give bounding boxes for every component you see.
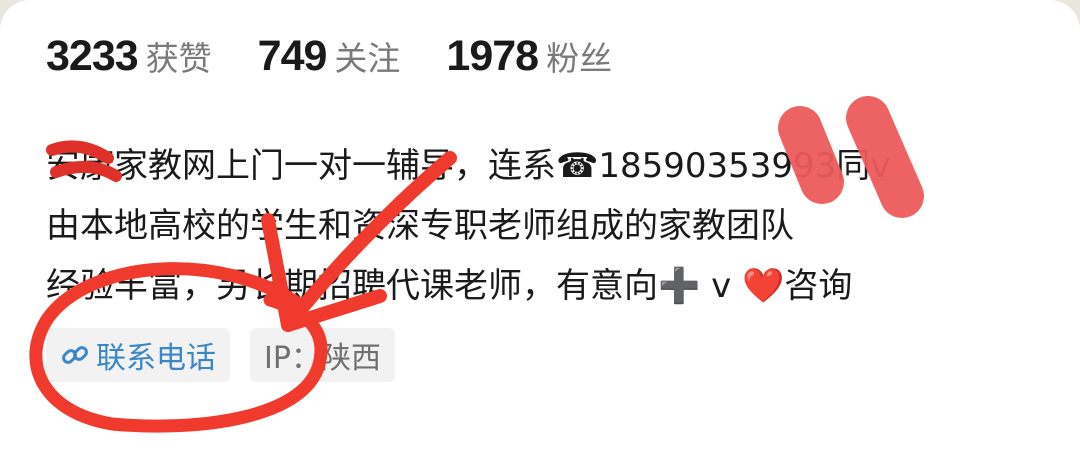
likes-stat[interactable]: 3233 获赞 bbox=[46, 32, 212, 81]
bio-line-3: 经验丰富，另长期招聘代课老师，有意向➕ v ❤️咨询 bbox=[46, 266, 853, 306]
followers-count: 1978 bbox=[446, 32, 539, 80]
likes-count: 3233 bbox=[46, 32, 139, 80]
following-label: 关注 bbox=[334, 39, 401, 78]
followers-stat[interactable]: 1978 粉丝 bbox=[446, 32, 612, 81]
profile-tags: 联系电话 IP：陕西 bbox=[46, 328, 415, 382]
contact-phone-label: 联系电话 bbox=[96, 341, 216, 376]
followers-label: 粉丝 bbox=[546, 39, 613, 78]
ip-location-tag: IP：陕西 bbox=[250, 328, 395, 382]
likes-label: 获赞 bbox=[145, 39, 212, 78]
following-count: 749 bbox=[257, 32, 328, 80]
contact-phone-button[interactable]: 联系电话 bbox=[46, 328, 230, 382]
profile-stats: 3233 获赞 749 关注 1978 粉丝 bbox=[46, 32, 658, 81]
bio-line-2: 由本地高校的学生和资深专职老师组成的家教团队 bbox=[46, 206, 794, 246]
bio-line-1: 安康家教网上门一对一辅导，连系☎18590353993同v bbox=[46, 146, 891, 186]
profile-bio: 安康家教网上门一对一辅导，连系☎18590353993同v 由本地高校的学生和资… bbox=[46, 138, 1036, 318]
profile-card: 3233 获赞 749 关注 1978 粉丝 安康家教网上门一对一辅导，连系☎1… bbox=[0, 0, 1080, 460]
link-icon bbox=[62, 346, 88, 364]
ip-location-label: IP：陕西 bbox=[264, 341, 381, 376]
following-stat[interactable]: 749 关注 bbox=[258, 32, 401, 81]
